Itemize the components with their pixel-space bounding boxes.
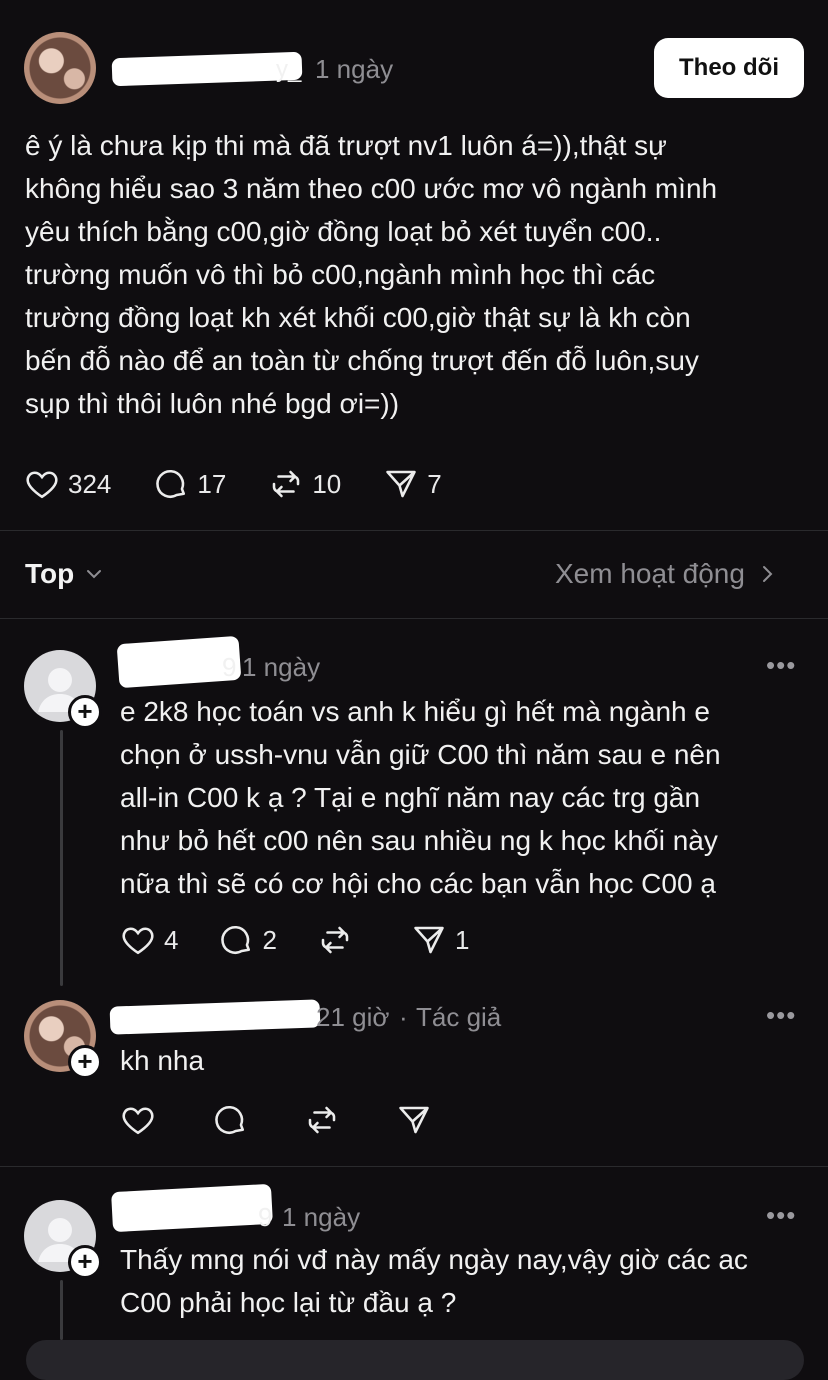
repost-button[interactable] bbox=[304, 1102, 348, 1138]
share-icon bbox=[386, 470, 417, 498]
comment-count: 2 bbox=[262, 924, 277, 955]
comment-button[interactable] bbox=[212, 1102, 256, 1138]
share-count: 1 bbox=[454, 924, 470, 955]
redacted-username bbox=[109, 999, 321, 1035]
like-count: 324 bbox=[68, 468, 112, 499]
activity-link[interactable]: Xem hoạt động bbox=[555, 558, 779, 590]
activity-link-label: Xem hoạt động bbox=[555, 558, 745, 589]
heart-icon bbox=[122, 1107, 154, 1135]
author-avatar[interactable] bbox=[24, 32, 96, 104]
reply-actions bbox=[120, 1102, 482, 1138]
reply-username-suffix: 9 bbox=[258, 1202, 273, 1232]
reply-time: 21 giờ bbox=[316, 1002, 390, 1032]
redacted-username bbox=[111, 51, 303, 87]
divider bbox=[0, 530, 828, 531]
reply-body: Thấy mng nói vđ này mấy ngày nay,vậy giờ… bbox=[120, 1244, 748, 1318]
post-time: 1 ngày bbox=[315, 54, 394, 84]
share-button[interactable] bbox=[396, 1102, 440, 1138]
username-suffix: y_ bbox=[276, 56, 302, 83]
follow-plus-icon[interactable]: + bbox=[68, 1045, 102, 1079]
comment-button[interactable]: 17 bbox=[153, 466, 226, 502]
repost-button[interactable] bbox=[317, 922, 361, 958]
like-button[interactable]: 4 bbox=[120, 922, 178, 958]
repost-count: 10 bbox=[312, 468, 342, 499]
share-button[interactable]: 1 bbox=[411, 922, 469, 958]
post-body: ê ý là chưa kịp thi mà đã trượt nv1 luôn… bbox=[25, 130, 718, 419]
comment-count: 17 bbox=[197, 468, 227, 499]
repost-icon bbox=[321, 926, 349, 954]
more-icon[interactable]: ••• bbox=[766, 650, 796, 681]
chevron-down-icon bbox=[87, 570, 102, 579]
heart-icon bbox=[26, 471, 58, 499]
comment-icon bbox=[156, 469, 186, 498]
reply-body: e 2k8 học toán vs anh k hiểu gì hết mà n… bbox=[120, 696, 721, 899]
share-icon bbox=[399, 1106, 429, 1134]
like-button[interactable]: 324 bbox=[24, 466, 111, 502]
reply-time: 1 ngày bbox=[242, 652, 321, 682]
heart-icon bbox=[122, 927, 154, 955]
thread-line bbox=[60, 1280, 63, 1340]
reply-composer[interactable] bbox=[26, 1340, 804, 1380]
share-button[interactable]: 7 bbox=[383, 466, 442, 502]
more-icon[interactable]: ••• bbox=[766, 1200, 796, 1231]
share-icon bbox=[414, 926, 444, 954]
reply-actions: 4 2 1 bbox=[120, 922, 511, 958]
redacted-username bbox=[111, 1183, 273, 1233]
follow-button[interactable]: Theo dõi bbox=[654, 38, 804, 98]
reply-body: kh nha bbox=[120, 1045, 205, 1076]
repost-icon bbox=[308, 1106, 336, 1134]
reply-username-suffix: 9 bbox=[222, 652, 237, 682]
sort-label: Top bbox=[25, 558, 75, 589]
divider bbox=[0, 1166, 828, 1167]
follow-plus-icon[interactable]: + bbox=[68, 695, 102, 729]
meta-separator: · bbox=[399, 1002, 408, 1032]
follow-plus-icon[interactable]: + bbox=[68, 1245, 102, 1279]
thread-line bbox=[60, 730, 63, 986]
sort-dropdown[interactable]: Top bbox=[25, 558, 106, 590]
like-count: 4 bbox=[164, 924, 179, 955]
repost-button[interactable]: 10 bbox=[268, 466, 341, 502]
chevron-right-icon bbox=[762, 566, 773, 582]
comment-icon bbox=[215, 1105, 245, 1134]
comment-icon bbox=[221, 925, 251, 954]
repost-icon bbox=[273, 470, 300, 498]
like-button[interactable] bbox=[120, 1102, 164, 1138]
comment-button[interactable]: 2 bbox=[218, 922, 277, 958]
reply-time: 1 ngày bbox=[282, 1202, 361, 1232]
author-tag: Tác giả bbox=[416, 1002, 502, 1032]
post-actions: 324 17 10 7 bbox=[24, 466, 484, 502]
divider bbox=[0, 618, 828, 619]
more-icon[interactable]: ••• bbox=[766, 1000, 796, 1031]
share-count: 7 bbox=[427, 468, 442, 499]
